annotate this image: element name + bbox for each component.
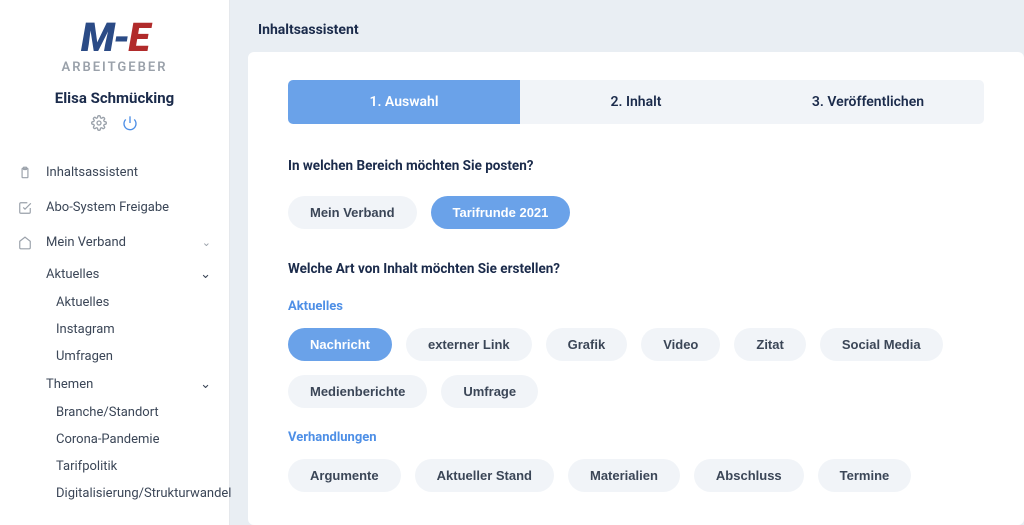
- sidebar: M-E ARBEITGEBER Elisa Schmücking Inhalts…: [0, 0, 230, 525]
- nav-mein-verband[interactable]: Mein Verband ⌄: [0, 225, 229, 260]
- pill-label: Mein Verband: [310, 205, 395, 220]
- user-name: Elisa Schmücking: [0, 89, 229, 107]
- nav-abo-system[interactable]: Abo-System Freigabe: [0, 190, 229, 225]
- section-verhandlungen: Verhandlungen: [288, 430, 984, 445]
- logo-mark: M-E: [20, 18, 209, 58]
- types-verhandlungen: Argumente Aktueller Stand Materialien Ab…: [288, 459, 984, 492]
- approval-icon: [18, 201, 36, 215]
- area-mein-verband[interactable]: Mein Verband: [288, 196, 417, 229]
- type-grafik[interactable]: Grafik: [546, 328, 628, 361]
- type-argumente[interactable]: Argumente: [288, 459, 401, 492]
- types-aktuelles: Nachricht externer Link Grafik Video Zit…: [288, 328, 984, 408]
- nav-umfragen[interactable]: Umfragen: [0, 343, 229, 370]
- power-icon[interactable]: [122, 115, 138, 131]
- type-materialien[interactable]: Materialien: [568, 459, 680, 492]
- type-zitat[interactable]: Zitat: [734, 328, 805, 361]
- pill-label: externer Link: [428, 337, 510, 352]
- pill-label: Aktueller Stand: [437, 468, 532, 483]
- nav-corona[interactable]: Corona-Pandemie: [0, 426, 229, 453]
- step-label: 2. Inhalt: [611, 94, 662, 110]
- settings-icon[interactable]: [91, 115, 107, 131]
- pill-label: Tarifrunde 2021: [453, 205, 549, 220]
- nav-label: Branche/Standort: [56, 405, 159, 420]
- nav-label: Instagram: [56, 322, 115, 337]
- pill-label: Zitat: [756, 337, 783, 352]
- step-inhalt[interactable]: 2. Inhalt: [520, 80, 752, 124]
- pill-label: Medienberichte: [310, 384, 405, 399]
- nav-label: Mein Verband: [46, 235, 126, 250]
- home-icon: [18, 236, 36, 250]
- nav-aktuelles-sub[interactable]: Aktuelles: [0, 289, 229, 316]
- user-actions: [0, 115, 229, 135]
- question-area: In welchen Bereich möchten Sie posten?: [288, 158, 984, 174]
- pill-label: Grafik: [568, 337, 606, 352]
- nav-label: Digitalisierung/Strukturwandel: [56, 486, 231, 501]
- logo-subtitle: ARBEITGEBER: [20, 60, 209, 75]
- pill-label: Argumente: [310, 468, 379, 483]
- nav-branche[interactable]: Branche/Standort: [0, 399, 229, 426]
- area-options: Mein Verband Tarifrunde 2021: [288, 196, 984, 229]
- step-veroeffentlichen[interactable]: 3. Veröffentlichen: [752, 80, 984, 124]
- type-aktueller-stand[interactable]: Aktueller Stand: [415, 459, 554, 492]
- nav-label: Themen: [46, 377, 93, 392]
- question-type: Welche Art von Inhalt möchten Sie erstel…: [288, 261, 984, 277]
- type-externer-link[interactable]: externer Link: [406, 328, 532, 361]
- clipboard-icon: [18, 166, 36, 180]
- chevron-down-icon: ⌄: [202, 236, 211, 249]
- wizard-steps: 1. Auswahl 2. Inhalt 3. Veröffentlichen: [288, 80, 984, 124]
- nav-themen[interactable]: Themen ⌄: [0, 370, 229, 399]
- type-umfrage[interactable]: Umfrage: [441, 375, 538, 408]
- step-label: 3. Veröffentlichen: [812, 94, 924, 110]
- nav-label: Tarifpolitik: [56, 459, 117, 474]
- step-label: 1. Auswahl: [369, 94, 438, 110]
- sidebar-nav: Inhaltsassistent Abo-System Freigabe Mei…: [0, 149, 229, 507]
- chevron-down-icon: ⌄: [200, 377, 211, 392]
- pill-label: Nachricht: [310, 337, 370, 352]
- page-title: Inhaltsassistent: [230, 0, 1024, 52]
- area-tarifrunde[interactable]: Tarifrunde 2021: [431, 196, 571, 229]
- pill-label: Social Media: [842, 337, 921, 352]
- nav-label: Abo-System Freigabe: [46, 200, 169, 215]
- pill-label: Video: [663, 337, 698, 352]
- nav-tarif[interactable]: Tarifpolitik: [0, 453, 229, 480]
- nav-label: Umfragen: [56, 349, 113, 364]
- main-area: Inhaltsassistent 1. Auswahl 2. Inhalt 3.…: [230, 0, 1024, 525]
- nav-label: Aktuelles: [46, 267, 99, 282]
- nav-label: Aktuelles: [56, 295, 109, 310]
- type-video[interactable]: Video: [641, 328, 720, 361]
- type-social-media[interactable]: Social Media: [820, 328, 943, 361]
- wizard-card: 1. Auswahl 2. Inhalt 3. Veröffentlichen …: [248, 52, 1024, 525]
- section-aktuelles: Aktuelles: [288, 299, 984, 314]
- type-medienberichte[interactable]: Medienberichte: [288, 375, 427, 408]
- nav-inhaltsassistent[interactable]: Inhaltsassistent: [0, 155, 229, 190]
- nav-label: Corona-Pandemie: [56, 432, 159, 447]
- brand-logo: M-E ARBEITGEBER: [0, 18, 229, 75]
- pill-label: Materialien: [590, 468, 658, 483]
- step-auswahl[interactable]: 1. Auswahl: [288, 80, 520, 124]
- nav-label: Inhaltsassistent: [46, 165, 138, 180]
- chevron-down-icon: ⌄: [200, 267, 211, 282]
- pill-label: Termine: [840, 468, 890, 483]
- pill-label: Umfrage: [463, 384, 516, 399]
- type-nachricht[interactable]: Nachricht: [288, 328, 392, 361]
- nav-digital[interactable]: Digitalisierung/Strukturwandel: [0, 480, 229, 507]
- nav-aktuelles[interactable]: Aktuelles ⌄: [0, 260, 229, 289]
- type-abschluss[interactable]: Abschluss: [694, 459, 804, 492]
- type-termine[interactable]: Termine: [818, 459, 912, 492]
- nav-instagram[interactable]: Instagram: [0, 316, 229, 343]
- pill-label: Abschluss: [716, 468, 782, 483]
